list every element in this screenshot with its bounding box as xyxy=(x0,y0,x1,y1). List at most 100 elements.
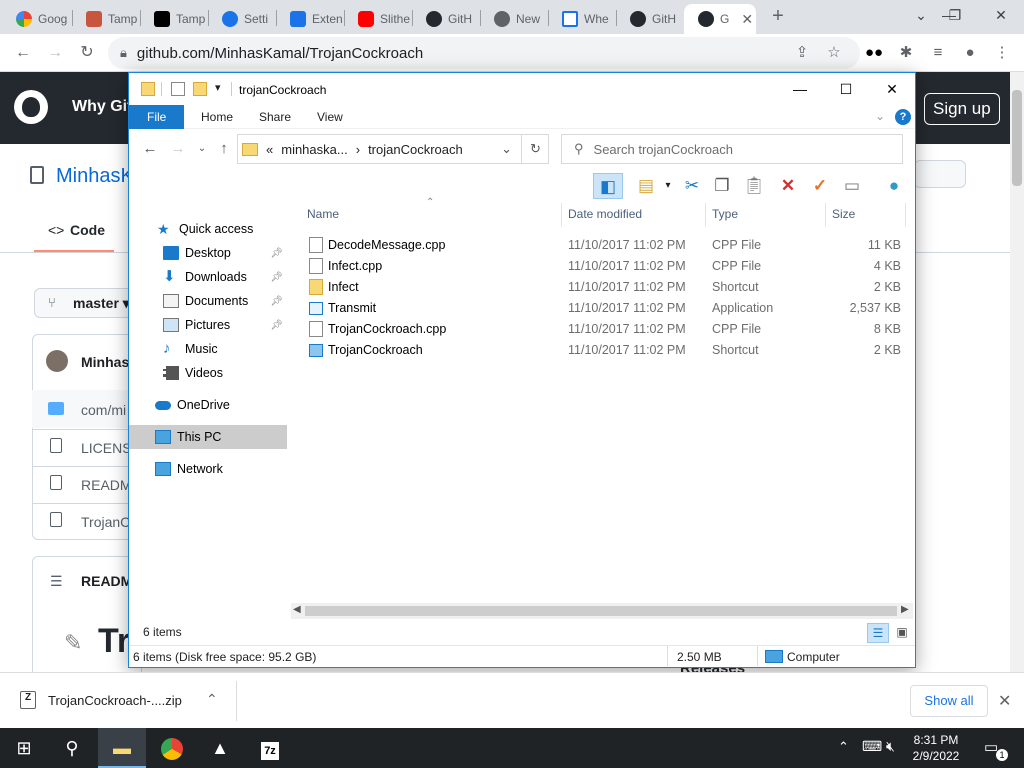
scroll-right-icon[interactable]: ▶ xyxy=(901,604,909,615)
kebab-menu-icon[interactable]: ⋮ xyxy=(990,41,1014,65)
breadcrumb-overflow[interactable]: « xyxy=(266,142,273,157)
refresh-icon[interactable]: ↻ xyxy=(521,135,549,163)
cut-icon[interactable]: ✂ xyxy=(679,173,705,199)
new-tab-button[interactable]: + xyxy=(766,5,790,29)
breadcrumb-separator[interactable]: › xyxy=(356,142,360,157)
preview-pane-icon[interactable]: ◧ xyxy=(593,173,623,199)
browser-tab[interactable]: Tamp xyxy=(140,4,206,34)
file-row[interactable]: TrojanCockroach 11/10/2017 11:02 PM Shor… xyxy=(295,340,903,361)
reload-icon[interactable]: ↻ xyxy=(74,40,100,66)
recent-locations-icon[interactable]: ⌄ xyxy=(191,140,213,158)
column-header-type[interactable]: Type xyxy=(712,207,738,221)
browser-tab[interactable]: GitH xyxy=(412,4,478,34)
clock[interactable]: 8:31 PM 2/9/2022 xyxy=(904,732,968,764)
tab-file[interactable]: File xyxy=(129,105,185,129)
minimize-button[interactable]: — xyxy=(777,77,823,101)
search-box[interactable]: ⚲ Search trojanCockroach xyxy=(561,134,903,164)
column-separator[interactable] xyxy=(705,203,706,227)
nav-item-music[interactable]: ♪ Music xyxy=(129,337,287,361)
browser-tab[interactable]: Tamp xyxy=(72,4,138,34)
column-separator[interactable] xyxy=(825,203,826,227)
pin-icon[interactable]: 📌︎ xyxy=(270,248,283,259)
breadcrumb-item[interactable]: minhaska... xyxy=(281,142,347,157)
close-icon[interactable]: ✕ xyxy=(998,691,1011,711)
url-text[interactable]: github.com/MinhasKamal/TrojanCockroach xyxy=(137,45,423,62)
rename-check-icon[interactable]: ✓ xyxy=(807,173,833,199)
file-row[interactable]: TrojanCockroach.cpp 11/10/2017 11:02 PM … xyxy=(295,319,903,340)
forward-arrow-icon[interactable]: → xyxy=(167,140,189,158)
nav-why-github[interactable]: Why Git xyxy=(72,98,132,116)
scrollbar-thumb[interactable] xyxy=(305,606,897,616)
nav-item-this-pc[interactable]: This PC xyxy=(129,425,287,449)
globe-icon[interactable]: ● xyxy=(881,173,907,199)
avatar[interactable] xyxy=(46,350,68,372)
file-row[interactable]: Infect.cpp 11/10/2017 11:02 PM CPP File … xyxy=(295,256,903,277)
column-header-date[interactable]: Date modified xyxy=(568,207,642,221)
paste-icon[interactable]: 📋︎ xyxy=(741,173,767,199)
list-icon[interactable]: ☰ xyxy=(50,573,63,590)
folder-label[interactable]: com/mi xyxy=(81,402,126,418)
scroll-left-icon[interactable]: ◀ xyxy=(293,604,301,615)
breadcrumb-current[interactable]: trojanCockroach xyxy=(368,142,463,157)
nav-item-onedrive[interactable]: OneDrive xyxy=(129,393,287,417)
tab-view[interactable]: View xyxy=(305,105,355,129)
column-separator[interactable] xyxy=(561,203,562,227)
address-bar[interactable]: 🔒︎ github.com/MinhasKamal/TrojanCockroac… xyxy=(108,37,860,69)
tampermonkey-extension-icon[interactable]: ●● xyxy=(862,41,886,65)
nav-item-documents[interactable]: Documents 📌︎ xyxy=(129,289,287,313)
restore-icon[interactable]: ❐ xyxy=(938,3,972,27)
close-tab-icon[interactable]: ✕ xyxy=(741,11,753,28)
nav-item-pictures[interactable]: Pictures 📌︎ xyxy=(129,313,287,337)
7zip-taskbar-icon[interactable]: 7z xyxy=(246,728,294,768)
tab-home[interactable]: Home xyxy=(189,105,245,129)
show-all-button[interactable]: Show all xyxy=(910,685,988,717)
nav-item-downloads[interactable]: ⬇ Downloads 📌︎ xyxy=(129,265,287,289)
nav-item-videos[interactable]: Videos xyxy=(129,361,287,385)
column-header-name[interactable]: Name xyxy=(307,207,339,221)
pin-icon[interactable]: 📌︎ xyxy=(270,272,283,283)
tab-share[interactable]: Share xyxy=(247,105,303,129)
browser-tab[interactable]: Whe xyxy=(548,4,614,34)
search-icon[interactable]: ⚲ xyxy=(48,728,96,768)
chevron-down-icon[interactable]: ▾ xyxy=(655,173,681,199)
sign-up-button[interactable]: Sign up xyxy=(924,93,1000,125)
browser-tab[interactable]: Slithe xyxy=(344,4,410,34)
delete-icon[interactable]: ✕ xyxy=(775,173,801,199)
nav-item-quick-access[interactable]: ★ Quick access xyxy=(129,217,287,241)
file-row[interactable]: Transmit 11/10/2017 11:02 PM Application… xyxy=(295,298,903,319)
explorer-title-bar[interactable]: ▾ trojanCockroach — ☐ ✕ xyxy=(129,73,915,105)
close-window-button[interactable]: ✕ xyxy=(984,3,1018,27)
commit-author[interactable]: Minhas xyxy=(81,354,129,370)
nav-item-desktop[interactable]: Desktop 📌︎ xyxy=(129,241,287,265)
network-tray-icon[interactable]: ⌨ xyxy=(862,738,882,755)
share-icon[interactable]: ⇪ xyxy=(790,41,814,65)
browser-tab[interactable]: GitH xyxy=(616,4,682,34)
file-row[interactable]: DecodeMessage.cpp 11/10/2017 11:02 PM CP… xyxy=(295,235,903,256)
properties-icon[interactable]: ▭ xyxy=(839,173,865,199)
windows-start-icon[interactable]: ⊞ xyxy=(0,728,48,768)
properties-icon[interactable] xyxy=(171,82,185,96)
repo-action-button[interactable] xyxy=(914,160,966,188)
pin-icon[interactable]: 📌︎ xyxy=(270,320,283,331)
profile-avatar-icon[interactable]: ● xyxy=(958,41,982,65)
customize-toolbar-icon[interactable]: ▾ xyxy=(215,81,221,94)
file-row[interactable]: Infect 11/10/2017 11:02 PM Shortcut 2 KB xyxy=(295,277,903,298)
scrollbar-thumb[interactable] xyxy=(1012,90,1022,186)
up-arrow-icon[interactable]: ↑ xyxy=(213,140,235,158)
chevron-up-icon[interactable]: ⌃ xyxy=(838,739,849,755)
star-bookmark-icon[interactable]: ☆ xyxy=(822,41,846,65)
pin-icon[interactable]: 📌︎ xyxy=(270,296,283,307)
copy-icon[interactable]: ❐ xyxy=(709,173,735,199)
back-arrow-icon[interactable]: ← xyxy=(139,140,161,158)
new-folder-icon[interactable] xyxy=(193,82,207,96)
browser-tab[interactable]: Goog xyxy=(2,4,68,34)
back-arrow-icon[interactable]: ← xyxy=(10,40,36,66)
large-icons-view-icon[interactable]: ▣ xyxy=(891,623,913,643)
chevron-down-icon[interactable]: ⌄ xyxy=(501,141,512,157)
nav-item-network[interactable]: Network xyxy=(129,457,287,481)
details-view-icon[interactable]: ☰ xyxy=(867,623,889,643)
address-breadcrumb[interactable]: « minhaska... › trojanCockroach ⌄ xyxy=(237,134,549,164)
photos-taskbar-icon[interactable]: ▲ xyxy=(196,728,244,768)
file-explorer-taskbar-icon[interactable]: ▬ xyxy=(98,728,146,768)
repo-owner-link[interactable]: MinhasK xyxy=(56,165,134,188)
